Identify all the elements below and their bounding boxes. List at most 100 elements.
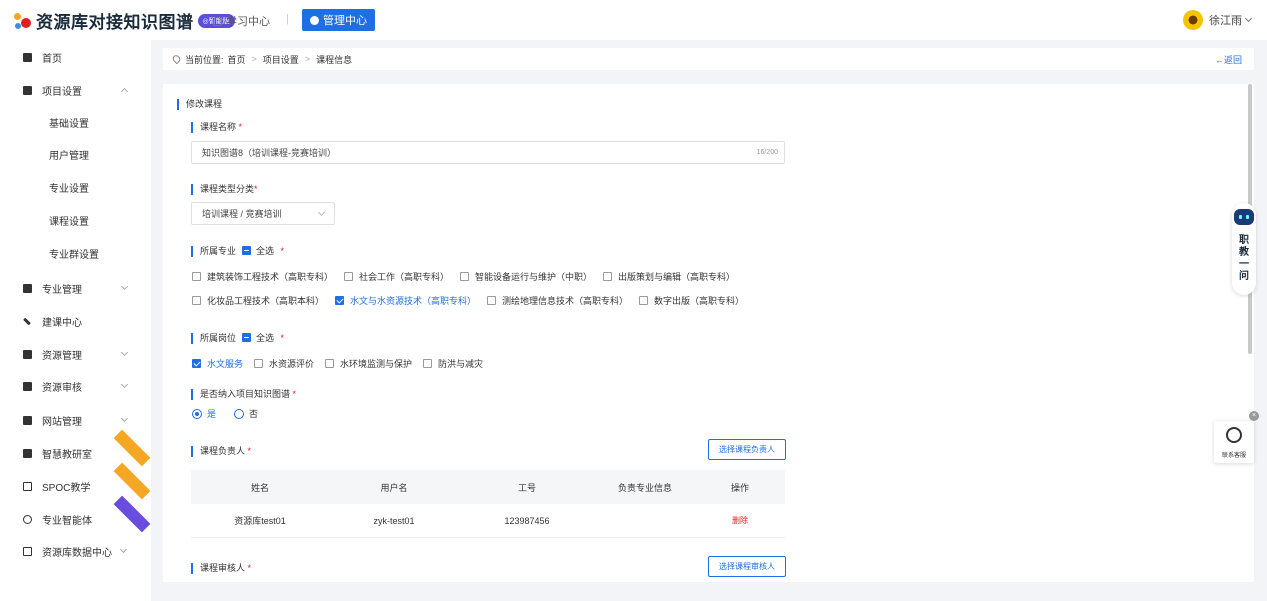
required-mark: *: [280, 333, 285, 343]
nav-learning-label: 学习中心: [226, 16, 270, 28]
major-checkbox[interactable]: 测绘地理信息技术（高职专科）: [487, 294, 628, 307]
post-checkbox[interactable]: 防洪与减灾: [423, 357, 483, 370]
required-mark: *: [254, 184, 258, 194]
major-options-row1: 建筑装饰工程技术（高职专科） 社会工作（高职专科） 智能设备运行与维护（中职） …: [192, 270, 746, 283]
checkbox-label: 水文与水资源技术（高职专科）: [350, 296, 477, 306]
course-type-label: 课程类型分类*: [191, 184, 258, 195]
sidebar-subitem-users[interactable]: 用户管理: [0, 143, 151, 165]
sidebar-subitem-basic[interactable]: 基础设置: [0, 111, 151, 133]
checkbox-label: 水资源评价: [269, 359, 315, 369]
column-header: 操作: [730, 482, 749, 493]
sidebar-item-resource-management[interactable]: 资源管理: [0, 343, 151, 365]
column-header: 负责专业信息: [617, 482, 672, 493]
sidebar-item-data-center[interactable]: 资源库数据中心: [0, 540, 151, 562]
ai-helper-widget[interactable]: 职教一问: [1232, 203, 1256, 295]
breadcrumb-home[interactable]: 首页: [228, 53, 246, 66]
ai-helper-label: 职教一问: [1239, 235, 1249, 282]
checkbox-box: [192, 296, 201, 305]
cell-name: 资源库test01: [234, 516, 286, 526]
major-checkbox[interactable]: 水文与水资源技术（高职专科）: [335, 294, 476, 307]
back-link[interactable]: ←返回: [1215, 53, 1242, 66]
sidebar-subitem-courses[interactable]: 课程设置: [0, 209, 151, 231]
select-reviewer-button[interactable]: 选择课程审核人: [708, 556, 786, 577]
select-all-posts-checkbox[interactable]: [242, 333, 252, 342]
major-checkbox[interactable]: 智能设备运行与维护（中职）: [460, 270, 592, 283]
major-checkbox[interactable]: 出版策划与编辑（高职专科）: [603, 270, 735, 283]
sidebar-item-label: 专业管理: [42, 284, 82, 296]
major-checkbox[interactable]: 建筑装饰工程技术（高职专科）: [192, 270, 333, 283]
kg-label: 是否纳入项目知识图谱 *: [191, 389, 296, 400]
sidebar-item-course-building[interactable]: 建课中心: [0, 310, 151, 332]
checkbox-box: [460, 272, 470, 281]
sidebar-subitem-majors[interactable]: 专业设置: [0, 176, 151, 198]
nav-learning-center[interactable]: 学习中心: [213, 13, 270, 29]
table-row: 资源库test01 zyk-test01 123987456 删除: [191, 504, 785, 538]
chart-icon: [23, 546, 32, 556]
chevron-down-icon: [317, 208, 326, 216]
breadcrumb-separator: >: [251, 54, 257, 64]
user-name: 徐江雨: [1209, 15, 1242, 27]
sidebar-item-label: 网站管理: [42, 416, 82, 428]
delete-button[interactable]: 删除: [695, 515, 785, 526]
chevron-up-icon: [120, 87, 129, 96]
column-header: 工号: [517, 482, 536, 493]
breadcrumb-project-settings[interactable]: 项目设置: [263, 53, 299, 66]
label-text: 课程类型分类: [200, 184, 255, 194]
sidebar-subitem-label: 基础设置: [49, 118, 89, 130]
course-name-input[interactable]: 知识图谱8（培训课程-竞赛培训） 16/200: [191, 141, 785, 164]
page-title-text: 修改课程: [186, 99, 223, 109]
label-text: 课程审核人: [200, 563, 246, 573]
checkbox-label: 智能设备运行与维护（中职）: [475, 272, 593, 282]
sidebar-subitem-major-groups[interactable]: 专业群设置: [0, 242, 151, 264]
chevron-down-icon: [1244, 14, 1253, 23]
app-logo[interactable]: 资源库对接知识图谱 ◎智能版: [12, 8, 235, 33]
post-checkbox[interactable]: 水文服务: [192, 357, 243, 370]
course-type-select[interactable]: 培训课程 / 竞赛培训: [191, 202, 335, 225]
sidebar-item-label: 建课中心: [42, 317, 82, 329]
close-icon[interactable]: ×: [1249, 411, 1259, 421]
robot-icon: [1234, 209, 1254, 225]
post-checkbox[interactable]: 水环境监测与保护: [325, 357, 412, 370]
select-all-majors-checkbox[interactable]: [242, 246, 252, 255]
cell-id: 123987456: [504, 515, 550, 526]
kg-radio-group: 是 否: [192, 407, 258, 420]
select-value: 培训课程 / 竞赛培训: [202, 209, 282, 219]
kg-no-radio[interactable]: [234, 408, 245, 419]
breadcrumb-prefix: 当前位置:: [185, 54, 224, 65]
customer-service-widget[interactable]: 联系客服: [1214, 421, 1254, 463]
breadcrumb: 当前位置: 首页 > 项目设置 > 课程信息 ←返回: [163, 48, 1254, 70]
folder-check-icon: [23, 381, 32, 391]
avatar: [1183, 10, 1203, 30]
major-checkbox[interactable]: 社会工作（高职专科）: [344, 270, 449, 283]
sidebar-item-home[interactable]: 首页: [0, 46, 151, 68]
label-text: 课程名称: [200, 122, 237, 132]
label-text: 所属专业: [200, 246, 237, 256]
required-mark: *: [247, 563, 252, 573]
radio-label: 是: [207, 409, 217, 419]
home-icon: [23, 52, 32, 62]
sidebar-item-major-management[interactable]: 专业管理: [0, 277, 151, 299]
checkbox-box: [603, 272, 613, 281]
reviewer-label: 课程审核人 *: [191, 563, 251, 574]
major-options-row2: 化妆品工程技术（高职本科） 水文与水资源技术（高职专科） 测绘地理信息技术（高职…: [192, 294, 755, 307]
major-label: 所属专业 全选 *: [191, 246, 284, 257]
table-header: 姓名 用户名 工号 负责专业信息 操作: [191, 470, 785, 504]
checkbox-box: [639, 296, 649, 305]
major-checkbox[interactable]: 数字出版（高职专科）: [639, 294, 744, 307]
nav-admin-center[interactable]: 管理中心: [302, 9, 375, 31]
sidebar-item-project-settings[interactable]: 项目设置: [0, 79, 151, 101]
checkbox-box: [423, 359, 433, 368]
database-icon: [23, 349, 32, 359]
post-checkbox[interactable]: 水资源评价: [254, 357, 314, 370]
select-owner-button[interactable]: 选择课程负责人: [708, 439, 786, 460]
major-checkbox[interactable]: 化妆品工程技术（高职本科）: [192, 294, 324, 307]
checkbox-box: [335, 296, 345, 305]
sidebar-item-website-management[interactable]: 网站管理: [0, 409, 151, 431]
sidebar-item-resource-review[interactable]: 资源审核: [0, 375, 151, 397]
monitor-icon: [23, 415, 32, 425]
cell-username: zyk-test01: [373, 515, 415, 526]
kg-yes-radio[interactable]: [192, 408, 202, 419]
nav-admin-label: 管理中心: [323, 15, 367, 27]
app-title: 资源库对接知识图谱: [36, 13, 194, 32]
user-menu[interactable]: 徐江雨: [1183, 10, 1253, 30]
